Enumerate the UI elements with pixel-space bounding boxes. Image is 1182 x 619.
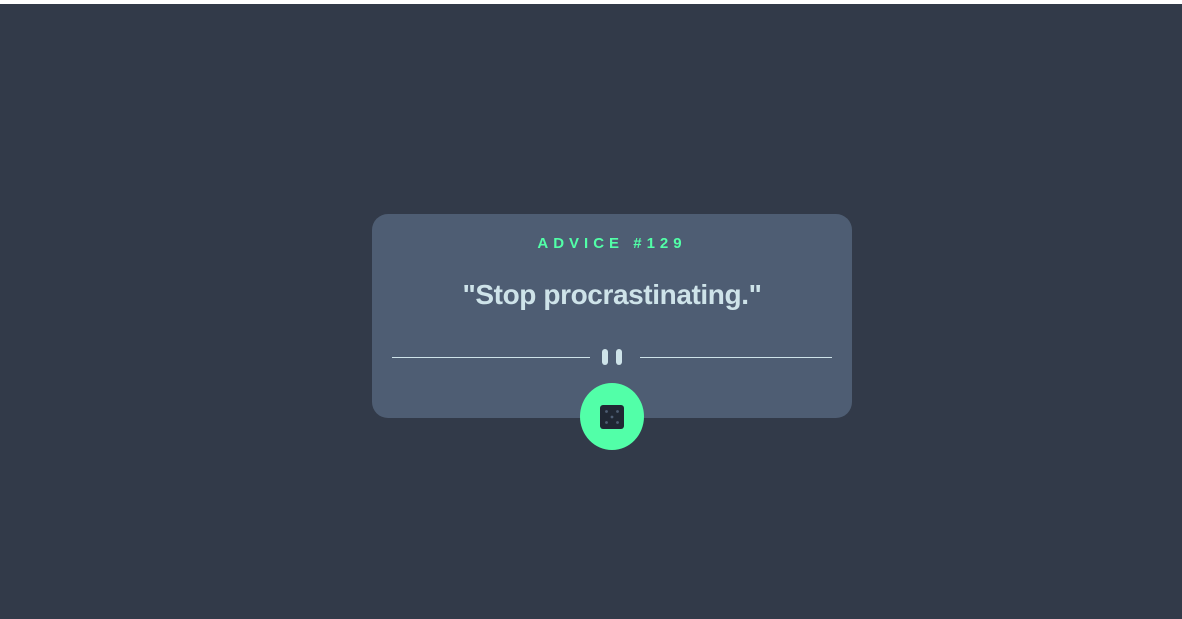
divider-line-right <box>640 357 832 358</box>
divider <box>392 347 832 367</box>
dice-button[interactable] <box>580 383 644 450</box>
pause-bar-left <box>602 349 608 365</box>
dice-icon <box>600 404 624 429</box>
advice-quote: "Stop procrastinating." <box>462 279 762 310</box>
pause-icon <box>602 349 622 365</box>
divider-line-left <box>392 357 590 358</box>
top-border <box>0 0 1182 4</box>
pause-bar-right <box>616 349 622 365</box>
advice-id: ADVICE #129 <box>537 235 687 252</box>
